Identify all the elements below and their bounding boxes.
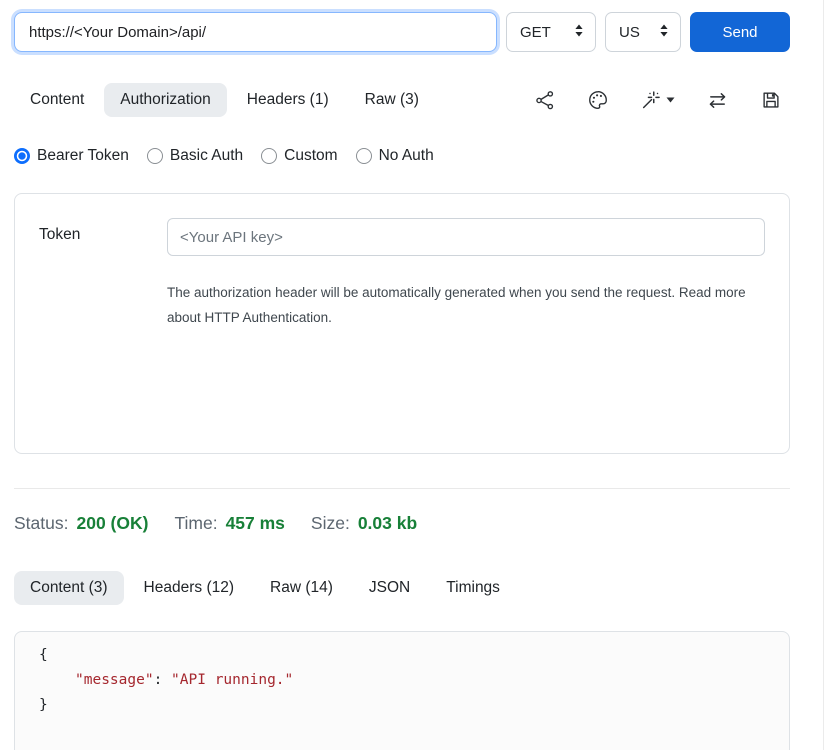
token-label: Token	[39, 218, 167, 429]
radio-no-auth-label: No Auth	[379, 147, 434, 165]
radio-selected-icon	[14, 148, 30, 164]
method-select[interactable]: GET	[506, 12, 596, 52]
send-button[interactable]: Send	[690, 12, 790, 52]
swap-arrows-icon[interactable]	[706, 89, 729, 112]
request-tabs: Content Authorization Headers (1) Raw (3…	[14, 83, 790, 117]
time-value: 457 ms	[226, 513, 285, 534]
method-select-value: GET	[520, 24, 551, 41]
response-body: { "message": "API running." }	[14, 631, 790, 750]
response-summary: Status: 200 (OK) Time: 457 ms Size: 0.03…	[14, 513, 790, 534]
size-pair: Size: 0.03 kb	[311, 513, 417, 534]
region-select-value: US	[619, 24, 640, 41]
resp-tab-raw[interactable]: Raw (14)	[254, 571, 349, 605]
tab-content[interactable]: Content	[14, 83, 100, 117]
radio-unselected-icon	[147, 148, 163, 164]
json-separator: :	[154, 672, 171, 688]
status-value: 200 (OK)	[76, 513, 148, 534]
tab-headers[interactable]: Headers (1)	[231, 83, 345, 117]
radio-custom-label: Custom	[284, 147, 337, 165]
json-key: "message"	[39, 672, 154, 688]
radio-bearer-token-label: Bearer Token	[37, 147, 129, 165]
token-help-text: The authorization header will be automat…	[167, 280, 749, 330]
resp-tab-content[interactable]: Content (3)	[14, 571, 124, 605]
section-divider	[14, 488, 790, 489]
region-select[interactable]: US	[605, 12, 681, 52]
status-pair: Status: 200 (OK)	[14, 513, 148, 534]
code-line-3: }	[39, 693, 773, 718]
updown-caret-icon	[573, 23, 585, 42]
time-pair: Time: 457 ms	[174, 513, 284, 534]
magic-wand-dropdown-icon[interactable]	[640, 89, 675, 111]
size-value: 0.03 kb	[358, 513, 417, 534]
radio-custom[interactable]: Custom	[261, 147, 337, 165]
share-icon[interactable]	[534, 89, 556, 111]
bearer-token-panel: Token The authorization header will be a…	[14, 193, 790, 454]
time-label: Time:	[174, 513, 217, 534]
resp-tab-timings[interactable]: Timings	[430, 571, 516, 605]
radio-unselected-icon	[356, 148, 372, 164]
radio-bearer-token[interactable]: Bearer Token	[14, 147, 129, 165]
token-input[interactable]	[167, 218, 765, 256]
radio-basic-auth[interactable]: Basic Auth	[147, 147, 243, 165]
updown-caret-icon	[658, 23, 670, 42]
radio-unselected-icon	[261, 148, 277, 164]
toolbar-icons	[534, 89, 790, 112]
url-input[interactable]	[14, 12, 497, 52]
palette-icon[interactable]	[587, 89, 609, 111]
code-line-2: "message": "API running."	[39, 668, 773, 693]
save-icon[interactable]	[760, 89, 782, 111]
resp-tab-json[interactable]: JSON	[353, 571, 426, 605]
tab-raw[interactable]: Raw (3)	[349, 83, 435, 117]
code-line-1: {	[39, 643, 773, 668]
status-label: Status:	[14, 513, 68, 534]
auth-type-options: Bearer Token Basic Auth Custom No Auth	[14, 147, 790, 165]
radio-basic-auth-label: Basic Auth	[170, 147, 243, 165]
caret-down-icon	[666, 97, 675, 103]
api-test-tool: GET US Send Content Authorization Header…	[0, 0, 837, 750]
radio-no-auth[interactable]: No Auth	[356, 147, 434, 165]
request-bar: GET US Send	[14, 12, 790, 52]
resp-tab-headers[interactable]: Headers (12)	[128, 571, 250, 605]
tab-authorization[interactable]: Authorization	[104, 83, 226, 117]
json-value: "API running."	[171, 672, 293, 688]
response-tabs: Content (3) Headers (12) Raw (14) JSON T…	[14, 571, 790, 605]
size-label: Size:	[311, 513, 350, 534]
column-divider	[823, 0, 824, 750]
